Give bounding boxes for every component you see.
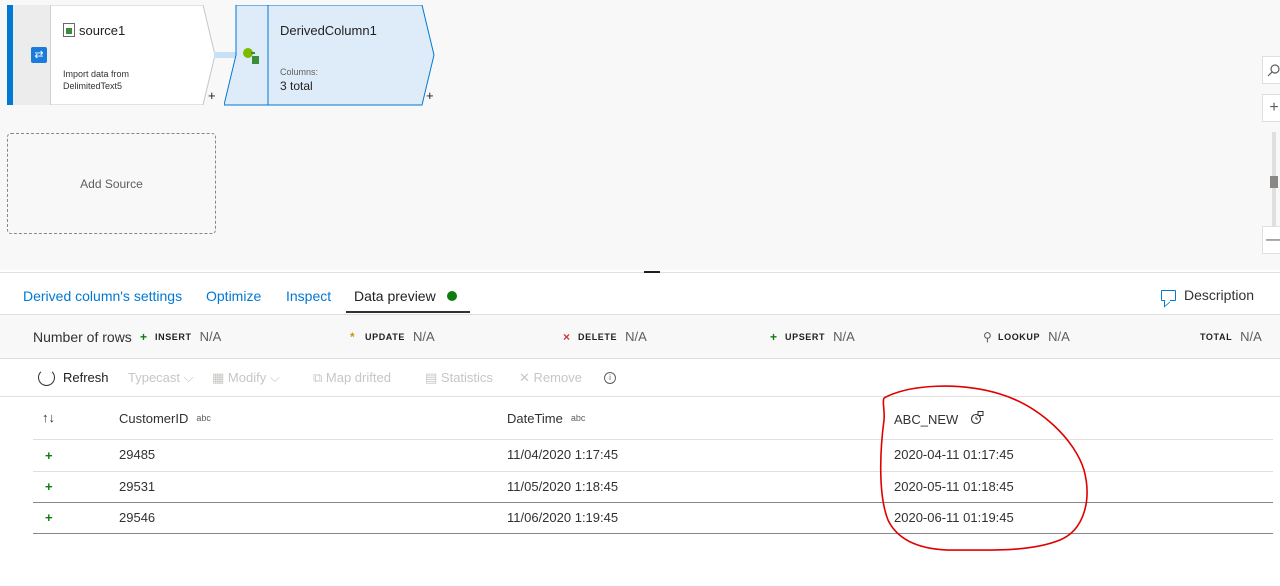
zoom-slider-thumb[interactable]: [1270, 176, 1278, 188]
remove-label: Remove: [533, 370, 582, 385]
zoom-slider[interactable]: [1270, 132, 1278, 240]
source-node-title: source1: [79, 23, 126, 38]
insert-value: N/A: [199, 329, 222, 344]
modify-label: Modify: [227, 370, 267, 385]
upsert-value: N/A: [833, 329, 855, 344]
active-tab-indicator: [346, 311, 470, 313]
modify-button[interactable]: ▦ Modify ⌵: [212, 370, 280, 386]
row-insert-icon: +: [45, 448, 53, 463]
search-button[interactable]: [1262, 56, 1280, 84]
insert-key: INSERT: [155, 332, 192, 342]
statistics-icon: ▤: [425, 370, 441, 385]
tab-inspect[interactable]: Inspect: [286, 288, 331, 304]
source-node[interactable]: ⇄ source1 Import data from DelimitedText…: [7, 5, 217, 105]
total-stat: TOTAL N/A: [1200, 329, 1262, 344]
cell-datetime: 11/05/2020 1:18:45: [507, 479, 619, 494]
delimited-file-icon: [63, 23, 75, 37]
close-icon: ✕: [519, 370, 534, 385]
data-flow-canvas[interactable]: ⇄ source1 Import data from DelimitedText…: [0, 0, 1280, 270]
typecast-label: Typecast: [128, 370, 181, 385]
sort-icon[interactable]: ↑↓: [42, 410, 55, 425]
lookup-value: N/A: [1048, 329, 1070, 344]
pane-divider: [0, 272, 1280, 273]
add-source-label: Add Source: [80, 177, 143, 191]
delete-stat: × DELETE N/A: [563, 329, 647, 344]
update-key: UPDATE: [365, 332, 405, 342]
source-type-icon: ⇄: [31, 47, 47, 63]
pane-resize-handle[interactable]: [644, 271, 660, 273]
total-key: TOTAL: [1200, 332, 1233, 342]
string-type-icon: abc: [196, 413, 211, 423]
row-insert-icon: +: [45, 510, 53, 525]
tab-derived-column-settings[interactable]: Derived column's settings: [23, 288, 182, 304]
source-node-subtitle: Import data from DelimitedText5: [63, 69, 130, 91]
number-of-rows-label: Number of rows: [33, 329, 132, 345]
column-header-customerid[interactable]: CustomerID abc: [119, 411, 211, 426]
cell-datetime: 11/06/2020 1:19:45: [507, 510, 619, 525]
typecast-button[interactable]: Typecast ⌵: [128, 370, 194, 386]
statistics-button[interactable]: ▤ Statistics: [425, 370, 493, 386]
modify-icon: ▦: [212, 370, 228, 385]
refresh-button[interactable]: Refresh: [63, 370, 109, 385]
map-drifted-icon: ⧉: [313, 370, 326, 385]
add-after-source-plus[interactable]: +: [208, 88, 216, 103]
add-after-derived-plus[interactable]: +: [426, 88, 434, 103]
info-icon[interactable]: i: [604, 372, 616, 384]
zoom-in-button[interactable]: +: [1262, 94, 1280, 122]
delete-value: N/A: [625, 329, 647, 344]
column-header-datetime[interactable]: DateTime abc: [507, 411, 585, 426]
column-name: DateTime: [507, 411, 563, 426]
lookup-icon: ⚲: [983, 330, 992, 344]
add-source-box[interactable]: Add Source: [7, 133, 216, 234]
cell-datetime: 11/04/2020 1:17:45: [507, 447, 619, 462]
row-insert-icon: +: [45, 479, 53, 494]
map-drifted-button[interactable]: ⧉ Map drifted: [313, 370, 391, 386]
derived-column-node-title: DerivedColumn1: [280, 23, 377, 38]
row-statistics-bar: Number of rows + INSERT N/A * UPDATE N/A × DE…: [0, 315, 1280, 359]
upsert-icon: +: [770, 330, 778, 344]
chevron-down-icon: ⌵: [269, 370, 280, 385]
delete-icon: ×: [563, 330, 571, 344]
statistics-label: Statistics: [440, 370, 493, 385]
cell-customerid: 29485: [119, 447, 156, 462]
zoom-controls: + —: [1262, 56, 1280, 256]
refresh-icon[interactable]: [38, 369, 55, 386]
tab-data-preview[interactable]: Data preview: [354, 288, 436, 304]
annotation-circle: [879, 385, 1088, 551]
source-node-icon-strip: ⇄: [13, 5, 51, 105]
lookup-stat: ⚲ LOOKUP N/A: [983, 329, 1070, 344]
lookup-key: LOOKUP: [998, 332, 1041, 342]
upsert-key: UPSERT: [785, 332, 826, 342]
derived-column-icon: [243, 48, 259, 64]
columns-label: Columns:: [280, 67, 319, 77]
upsert-stat: + UPSERT N/A: [770, 329, 855, 344]
total-value: N/A: [1240, 329, 1262, 344]
update-icon: *: [350, 330, 355, 344]
data-preview-status-dot: [447, 291, 457, 301]
tab-optimize[interactable]: Optimize: [206, 288, 261, 304]
zoom-out-button[interactable]: —: [1262, 226, 1280, 254]
string-type-icon: abc: [570, 413, 586, 423]
delete-key: DELETE: [578, 332, 618, 342]
description-label: Description: [1184, 287, 1255, 303]
update-value: N/A: [412, 329, 435, 344]
remove-button[interactable]: ✕ Remove: [519, 370, 582, 386]
column-name: CustomerID: [119, 411, 189, 426]
derived-column-node[interactable]: DerivedColumn1 Columns: 3 total: [224, 5, 436, 106]
cell-customerid: 29531: [119, 479, 156, 494]
insert-icon: +: [140, 330, 148, 344]
update-stat: * UPDATE N/A: [350, 329, 435, 344]
columns-count: 3 total: [280, 79, 313, 93]
search-icon: [1267, 64, 1280, 77]
map-drifted-label: Map drifted: [325, 370, 391, 385]
comment-icon: [1161, 290, 1176, 301]
chevron-down-icon: ⌵: [183, 370, 194, 385]
insert-stat: + INSERT N/A: [140, 329, 221, 344]
cell-customerid: 29546: [119, 510, 156, 525]
